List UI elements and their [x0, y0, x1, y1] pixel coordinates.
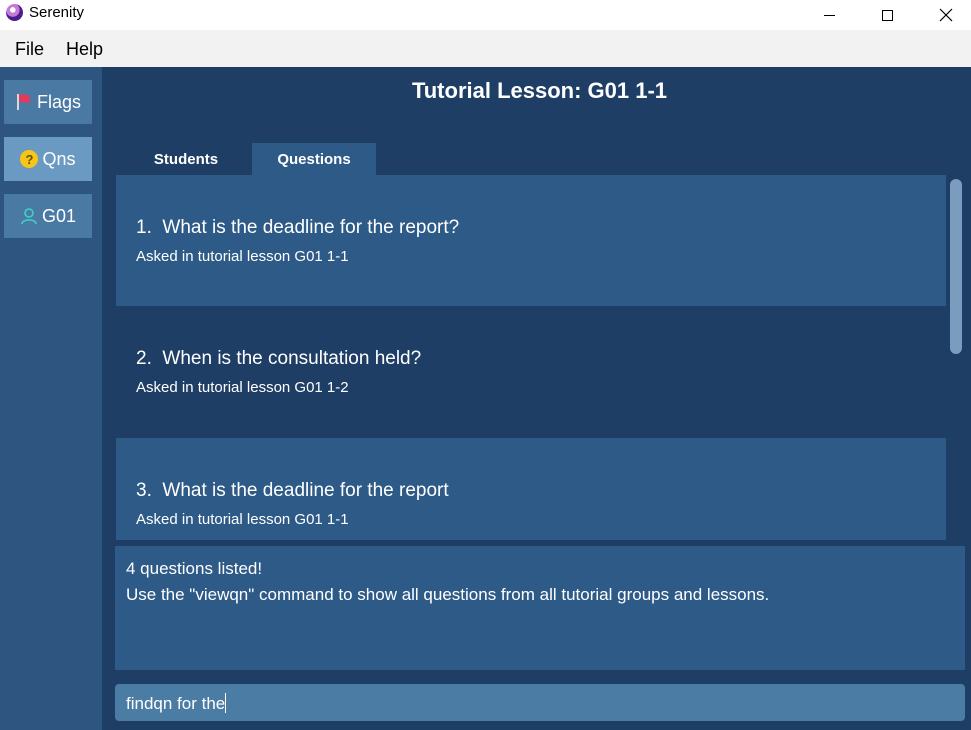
sidebar-item-label: Qns	[42, 148, 76, 169]
list-scrollbar[interactable]	[950, 179, 962, 354]
question-subtitle: Asked in tutorial lesson G01 1-1	[136, 248, 349, 265]
question-card[interactable]: 3. What is the deadline for the report A…	[116, 438, 946, 540]
question-card[interactable]: 2. When is the consultation held? Asked …	[116, 306, 946, 437]
sidebar: Flags ? Qns G01	[0, 67, 102, 730]
close-icon	[939, 8, 953, 22]
flag-icon	[15, 93, 33, 111]
command-input[interactable]: findqn for the	[115, 684, 965, 721]
text-cursor	[225, 693, 227, 713]
question-text: When is the consultation held?	[162, 348, 422, 369]
title-bar: Serenity	[0, 0, 971, 30]
question-title: 3. What is the deadline for the report	[136, 480, 449, 502]
minimize-button[interactable]	[806, 0, 852, 30]
sidebar-item-flags[interactable]: Flags	[4, 80, 92, 124]
menu-bar: File Help	[0, 30, 971, 67]
question-card[interactable]: 1. What is the deadline for the report? …	[116, 175, 946, 306]
question-icon: ?	[20, 150, 39, 168]
main-panel: Tutorial Lesson: G01 1-1 Students Questi…	[102, 67, 971, 730]
tab-questions[interactable]: Questions	[252, 143, 376, 175]
menu-file[interactable]: File	[15, 39, 44, 60]
close-button[interactable]	[923, 0, 969, 30]
window-title: Serenity	[29, 4, 85, 21]
menu-help[interactable]: Help	[66, 39, 103, 60]
command-text: findqn for the	[126, 694, 226, 713]
person-icon	[21, 208, 37, 225]
maximize-button[interactable]	[864, 0, 910, 30]
result-line: Use the "viewqn" command to show all que…	[126, 585, 770, 604]
question-text: What is the deadline for the report?	[162, 217, 460, 238]
sidebar-item-g01[interactable]: G01	[4, 194, 92, 238]
sidebar-item-label: G01	[41, 205, 77, 226]
question-list: 1. What is the deadline for the report? …	[116, 175, 946, 540]
minimize-icon	[823, 14, 835, 16]
result-line: 4 questions listed!	[126, 559, 263, 578]
result-display: 4 questions listed! Use the "viewqn" com…	[115, 546, 965, 670]
app-logo-icon	[6, 4, 23, 21]
tab-students[interactable]: Students	[116, 143, 256, 175]
question-index: 2.	[136, 348, 152, 369]
question-title: 2. When is the consultation held?	[136, 348, 421, 370]
sidebar-item-label: Flags	[36, 91, 81, 112]
maximize-icon	[881, 9, 893, 21]
question-subtitle: Asked in tutorial lesson G01 1-2	[136, 379, 349, 396]
question-index: 1.	[136, 217, 152, 238]
question-title: 1. What is the deadline for the report?	[136, 217, 459, 239]
question-subtitle: Asked in tutorial lesson G01 1-1	[136, 511, 349, 528]
sidebar-item-qns[interactable]: ? Qns	[4, 137, 92, 181]
page-title: Tutorial Lesson: G01 1-1	[411, 78, 668, 103]
question-index: 3.	[136, 480, 152, 501]
question-text: What is the deadline for the report	[162, 480, 449, 501]
